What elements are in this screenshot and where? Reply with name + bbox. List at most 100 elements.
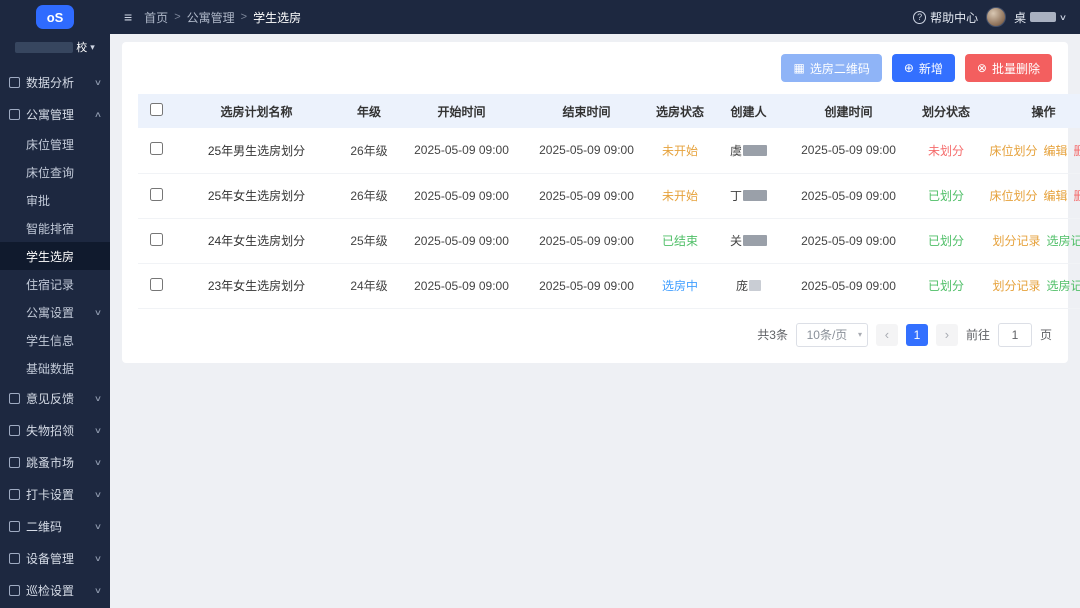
chart-icon xyxy=(9,76,20,88)
goto-page-input[interactable] xyxy=(997,322,1032,347)
plus-circle-icon: ⊕ xyxy=(903,61,914,75)
end-time-cell: 2025-05-09 09:00 xyxy=(524,173,649,219)
calendar-icon xyxy=(9,488,20,500)
sidebar-item-stay-records[interactable]: 住宿记录 xyxy=(0,270,110,298)
sidebar-item-approval[interactable]: 审批 xyxy=(0,186,110,214)
sidebar-item-bed-query[interactable]: 床位查询 xyxy=(0,158,110,186)
row-select-cell xyxy=(138,218,174,264)
prev-page-button[interactable]: ‹ xyxy=(875,323,898,346)
batch-delete-button[interactable]: ⊗ 批量删除 xyxy=(964,54,1052,82)
breadcrumb-separator: > xyxy=(174,11,181,23)
grade-cell: 25年级 xyxy=(339,218,399,264)
column-header: 选房状态 xyxy=(655,104,704,119)
toolbar: ▦ 选房二维码 ⊕ 新增 ⊗ 批量删除 xyxy=(138,54,1052,82)
table-row: 25年女生选房划分 26年级 2025-05-09 09:00 2025-05-09 … xyxy=(138,173,1080,219)
school-name-suffix: 校 xyxy=(76,42,88,54)
sidebar-item-label: 巡检设置 xyxy=(26,583,75,598)
sidebar-item-flea-market[interactable]: 跳蚤市场 ∨ xyxy=(0,446,110,478)
status-badge: 未开始 xyxy=(661,189,698,203)
action-link-删除[interactable]: 删除 xyxy=(1074,189,1080,203)
actions-cell: 床位划分编辑删除 xyxy=(981,128,1080,174)
user-menu[interactable]: 桌 ∨ xyxy=(1014,9,1067,26)
division-status-cell: 已划分 xyxy=(911,263,981,309)
end-time-cell: 2025-05-09 09:00 xyxy=(524,128,649,174)
action-link-选房记录[interactable]: 选房记录 xyxy=(1047,279,1080,293)
goto-page-unit: 页 xyxy=(1039,328,1052,342)
action-link-划分记录[interactable]: 划分记录 xyxy=(992,279,1040,293)
page-number-current[interactable]: 1 xyxy=(905,323,928,346)
action-link-删除[interactable]: 删除 xyxy=(1074,144,1080,158)
creator-name-prefix: 虞 xyxy=(729,143,742,158)
building-icon xyxy=(9,108,20,120)
selection-status-cell: 已结束 xyxy=(649,218,711,264)
table-row: 23年女生选房划分 24年级 2025-05-09 09:00 2025-05-09 … xyxy=(138,263,1080,309)
patrol-icon xyxy=(9,584,20,596)
content-card: ▦ 选房二维码 ⊕ 新增 ⊗ 批量删除 选房计划名称 年级 开始时间 结束时间 选房状态 创建人… xyxy=(122,42,1080,363)
message-icon xyxy=(9,392,20,404)
hamburger-menu-icon[interactable]: ≡ xyxy=(124,10,132,24)
sidebar-item-apartment-settings[interactable]: 公寓设置 ∨ xyxy=(0,298,110,326)
sidebar-item-checkin-settings[interactable]: 打卡设置 ∨ xyxy=(0,478,110,510)
action-link-编辑[interactable]: 编辑 xyxy=(1043,144,1067,158)
breadcrumb-item[interactable]: 首页 xyxy=(144,9,168,26)
division-status-badge: 已划分 xyxy=(927,189,964,203)
column-header: 创建时间 xyxy=(824,104,873,119)
table-row: 25年男生选房划分 26年级 2025-05-09 09:00 2025-05-09 … xyxy=(138,128,1080,174)
add-button-label: 新增 xyxy=(918,61,943,76)
sidebar-item-inspection-settings[interactable]: 巡检设置 ∨ xyxy=(0,574,110,606)
sidebar-item-bed-mgmt[interactable]: 床位管理 xyxy=(0,130,110,158)
sidebar-item-student-info[interactable]: 学生信息 xyxy=(0,326,110,354)
action-link-编辑[interactable]: 编辑 xyxy=(1043,189,1067,203)
column-header: 结束时间 xyxy=(562,104,611,119)
sidebar-item-apartment-mgmt[interactable]: 公寓管理 ∧ xyxy=(0,98,110,130)
page-size-select[interactable]: 10条/页 ▾ xyxy=(795,322,868,347)
sidebar-item-smart-allocation[interactable]: 智能排宿 xyxy=(0,214,110,242)
sidebar-item-label: 意见反馈 xyxy=(26,391,75,406)
chevron-down-icon: ▾ xyxy=(90,41,95,52)
sidebar-item-student-room-selection[interactable]: 学生选房 xyxy=(0,242,110,270)
chevron-down-icon: ▾ xyxy=(857,330,862,339)
room-selection-qrcode-button[interactable]: ▦ 选房二维码 xyxy=(781,54,882,82)
start-time-cell: 2025-05-09 09:00 xyxy=(399,263,524,309)
creator-cell: 虞 xyxy=(711,128,786,174)
action-link-床位划分[interactable]: 床位划分 xyxy=(989,189,1037,203)
table-row: 24年女生选房划分 25年级 2025-05-09 09:00 2025-05-09 … xyxy=(138,218,1080,264)
select-all-checkbox[interactable] xyxy=(149,103,163,116)
sidebar-item-data-analysis[interactable]: 数据分析 ∨ xyxy=(0,66,110,98)
qr-button-label: 选房二维码 xyxy=(809,61,870,76)
add-button[interactable]: ⊕ 新增 xyxy=(891,54,955,82)
help-center-link[interactable]: ? 帮助中心 xyxy=(913,9,978,26)
sidebar-item-lost-found[interactable]: 失物招领 ∨ xyxy=(0,414,110,446)
sidebar-item-device-mgmt[interactable]: 设备管理 ∨ xyxy=(0,542,110,574)
school-selector[interactable]: 校 ▾ xyxy=(0,34,110,60)
row-checkbox[interactable] xyxy=(149,277,163,291)
end-time-cell: 2025-05-09 09:00 xyxy=(524,263,649,309)
sidebar-item-feedback[interactable]: 意见反馈 ∨ xyxy=(0,382,110,414)
division-status-badge: 已划分 xyxy=(927,279,964,293)
sidebar: oS 校 ▾ 数据分析 ∨ 公寓管理 ∧ 床位管理 床位查询 审批 智能排宿 学生选房 住宿记录 公寓… xyxy=(0,0,110,608)
next-page-button[interactable]: › xyxy=(935,323,958,346)
user-name-redacted xyxy=(1030,12,1057,22)
sidebar-item-qrcode[interactable]: 二维码 ∨ xyxy=(0,510,110,542)
topbar-right: ? 帮助中心 桌 ∨ xyxy=(913,7,1067,27)
row-checkbox[interactable] xyxy=(149,142,163,156)
plan-name-cell: 25年男生选房划分 xyxy=(174,128,339,174)
qrcode-icon xyxy=(9,520,20,532)
action-link-床位划分[interactable]: 床位划分 xyxy=(989,144,1037,158)
row-checkbox[interactable] xyxy=(149,187,163,201)
grade-cell: 26年级 xyxy=(339,173,399,219)
creator-name-redacted xyxy=(743,190,767,201)
breadcrumb-item[interactable]: 公寓管理 xyxy=(187,9,235,26)
action-link-选房记录[interactable]: 选房记录 xyxy=(1047,234,1080,248)
division-status-cell: 未划分 xyxy=(911,128,981,174)
action-link-划分记录[interactable]: 划分记录 xyxy=(992,234,1040,248)
logo-area: oS xyxy=(0,0,110,34)
status-badge: 已结束 xyxy=(661,234,698,248)
created-time-cell: 2025-05-09 09:00 xyxy=(786,218,911,264)
avatar[interactable] xyxy=(986,7,1007,27)
creator-name-redacted xyxy=(743,235,767,246)
sidebar-item-label: 学生信息 xyxy=(26,333,75,348)
help-center-label: 帮助中心 xyxy=(930,10,979,25)
sidebar-item-basic-data[interactable]: 基础数据 xyxy=(0,354,110,382)
row-checkbox[interactable] xyxy=(149,232,163,246)
